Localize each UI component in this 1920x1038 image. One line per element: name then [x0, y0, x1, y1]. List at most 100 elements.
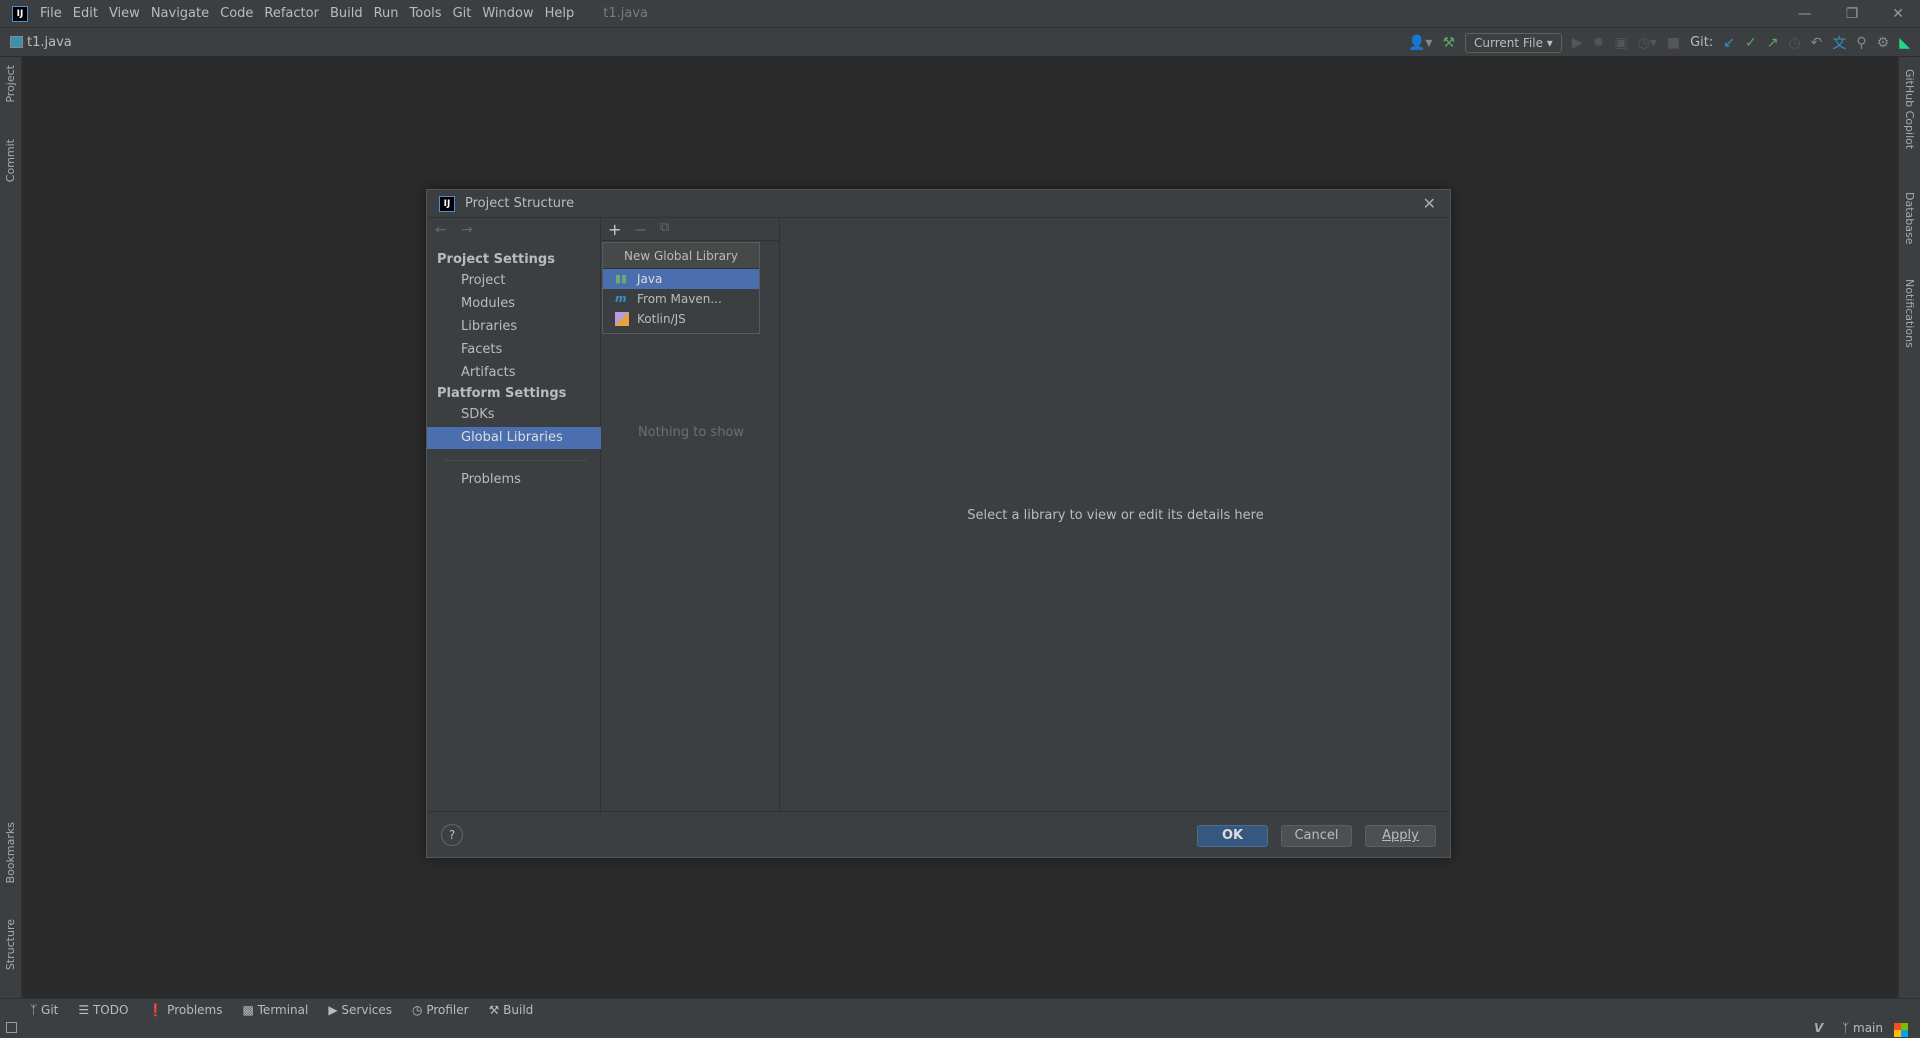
stop-icon[interactable]: ■	[1667, 35, 1680, 51]
close-window-icon[interactable]: ✕	[1892, 6, 1904, 22]
sidebar-item-artifacts[interactable]: Artifacts	[427, 362, 601, 384]
sidebar-divider	[443, 460, 587, 461]
forward-arrow-icon[interactable]: →	[461, 222, 473, 238]
tool-tab-services[interactable]: ▶ Services	[328, 1003, 392, 1017]
menu-view[interactable]: View	[109, 6, 140, 21]
popup-item-label: Java	[637, 272, 663, 286]
user-icon[interactable]: 👤▾	[1408, 35, 1432, 51]
tab-label: Services	[341, 1003, 393, 1017]
menu-git[interactable]: Git	[453, 6, 472, 21]
menu-refactor[interactable]: Refactor	[264, 6, 319, 21]
menu-edit[interactable]: Edit	[73, 6, 98, 21]
sidebar-item-modules[interactable]: Modules	[427, 293, 601, 315]
run-config-label: Current File	[1474, 35, 1543, 50]
tool-tab-database[interactable]: Database	[1903, 192, 1916, 245]
apply-button[interactable]: Apply	[1365, 825, 1436, 847]
git-branch-widget[interactable]: ᛉ main	[1842, 1021, 1883, 1035]
run-icon[interactable]: ▶	[1572, 35, 1583, 51]
run-config-select[interactable]: Current File ▾	[1465, 32, 1562, 53]
profile-icon[interactable]: ◷▾	[1638, 35, 1657, 51]
sidebar-item-facets[interactable]: Facets	[427, 339, 601, 361]
tool-tab-profiler[interactable]: ◷ Profiler	[412, 1003, 469, 1017]
menu-code[interactable]: Code	[220, 6, 253, 21]
copy-icon[interactable]: ⧉	[660, 220, 669, 235]
popup-item-java[interactable]: ▮▮ Java	[603, 269, 759, 289]
dialog-title-bar: IJ Project Structure ✕	[427, 190, 1450, 218]
sidebar-item-global-libraries[interactable]: Global Libraries	[427, 427, 601, 449]
tool-tab-notifications[interactable]: Notifications	[1903, 279, 1916, 348]
translate-icon[interactable]: 文	[1832, 33, 1846, 53]
git-update-icon[interactable]: ↙	[1723, 35, 1735, 51]
tool-tab-terminal[interactable]: ▩ Terminal	[242, 1003, 308, 1017]
tab-label: Build	[503, 1003, 534, 1017]
menu-window[interactable]: Window	[482, 6, 533, 21]
tool-tab-git[interactable]: ᛉ Git	[30, 1003, 58, 1017]
history-icon[interactable]: ◷	[1788, 35, 1800, 51]
menu-help[interactable]: Help	[545, 6, 575, 21]
breadcrumb-file[interactable]: t1.java	[10, 35, 72, 50]
sidebar-item-libraries[interactable]: Libraries	[427, 316, 601, 338]
toolbar-divider	[602, 240, 779, 241]
tool-tab-structure[interactable]: Structure	[4, 919, 17, 970]
popup-item-maven[interactable]: m From Maven...	[603, 289, 759, 309]
status-bar: V ᛉ main	[0, 1021, 1920, 1038]
settings-sidebar: ← → Project Settings Project Modules Lib…	[427, 218, 601, 814]
sidebar-item-sdks[interactable]: SDKs	[427, 404, 601, 426]
coverage-icon[interactable]: ▣	[1614, 35, 1627, 51]
search-icon[interactable]: ⚲	[1856, 35, 1866, 51]
java-file-icon	[10, 36, 23, 48]
tool-tab-problems[interactable]: ❗ Problems	[148, 1003, 222, 1017]
tool-window-bar: ᛉ Git ☰ TODO ❗ Problems ▩ Terminal ▶ Ser…	[0, 998, 1920, 1021]
add-icon[interactable]: +	[608, 220, 621, 239]
help-button[interactable]: ?	[441, 824, 463, 846]
menu-navigate[interactable]: Navigate	[151, 6, 209, 21]
menu-build[interactable]: Build	[330, 6, 363, 21]
sidebar-item-project[interactable]: Project	[427, 270, 601, 292]
empty-list-text: Nothing to show	[637, 425, 745, 440]
project-settings-header: Project Settings	[437, 252, 555, 267]
menu-run[interactable]: Run	[374, 6, 399, 21]
plugin-logo-icon[interactable]: ◣	[1899, 35, 1910, 51]
menu-bar: IJ File Edit View Navigate Code Refactor…	[0, 0, 1920, 28]
remove-icon[interactable]: −	[634, 220, 647, 239]
popup-item-kotlin-js[interactable]: Kotlin/JS	[603, 309, 759, 329]
breadcrumb-label: t1.java	[27, 34, 72, 50]
platform-settings-header: Platform Settings	[437, 386, 567, 401]
intellij-logo-icon: IJ	[439, 195, 455, 212]
git-commit-icon[interactable]: ✓	[1745, 35, 1757, 51]
java-library-icon: ▮▮	[615, 272, 628, 285]
window-title: t1.java	[603, 6, 649, 21]
maven-icon: m	[615, 292, 627, 305]
tool-tab-copilot[interactable]: GitHub Copilot	[1903, 69, 1916, 149]
tool-tab-bookmarks[interactable]: Bookmarks	[4, 822, 17, 883]
menu-file[interactable]: File	[40, 6, 62, 21]
close-icon[interactable]: ✕	[1423, 194, 1436, 213]
menu-tools[interactable]: Tools	[410, 6, 442, 21]
left-tool-strip: Project Commit Bookmarks Structure	[0, 57, 22, 998]
debug-icon[interactable]: ✸	[1593, 35, 1605, 51]
tool-tab-build[interactable]: ⚒ Build	[489, 1003, 534, 1017]
navigation-bar: t1.java 👤▾ ⚒ Current File ▾ ▶ ✸ ▣ ◷▾ ■ G…	[0, 28, 1920, 57]
tool-tab-todo[interactable]: ☰ TODO	[78, 1003, 128, 1017]
back-arrow-icon[interactable]: ←	[435, 222, 447, 238]
restore-icon[interactable]: ❐	[1846, 6, 1859, 22]
git-label: Git:	[1690, 35, 1714, 50]
layout-toggle-icon[interactable]	[6, 1022, 17, 1033]
tab-label: Terminal	[257, 1003, 309, 1017]
rollback-icon[interactable]: ↶	[1811, 35, 1823, 51]
sidebar-item-problems[interactable]: Problems	[427, 469, 601, 491]
ok-button[interactable]: OK	[1197, 825, 1268, 847]
gear-icon[interactable]: ⚙	[1877, 35, 1890, 51]
git-push-icon[interactable]: ↗	[1767, 35, 1779, 51]
tab-label: TODO	[92, 1003, 129, 1017]
tab-label: Profiler	[426, 1003, 469, 1017]
cancel-button[interactable]: Cancel	[1281, 825, 1352, 847]
tab-label: Git	[41, 1003, 59, 1017]
minimize-icon[interactable]: —	[1798, 6, 1812, 22]
build-hammer-icon[interactable]: ⚒	[1442, 35, 1455, 51]
tool-tab-project[interactable]: Project	[4, 65, 17, 103]
detail-hint-text: Select a library to view or edit its det…	[967, 508, 1264, 523]
branch-name: main	[1853, 1021, 1883, 1035]
vim-icon[interactable]: V	[1814, 1021, 1823, 1035]
tool-tab-commit[interactable]: Commit	[4, 139, 17, 182]
